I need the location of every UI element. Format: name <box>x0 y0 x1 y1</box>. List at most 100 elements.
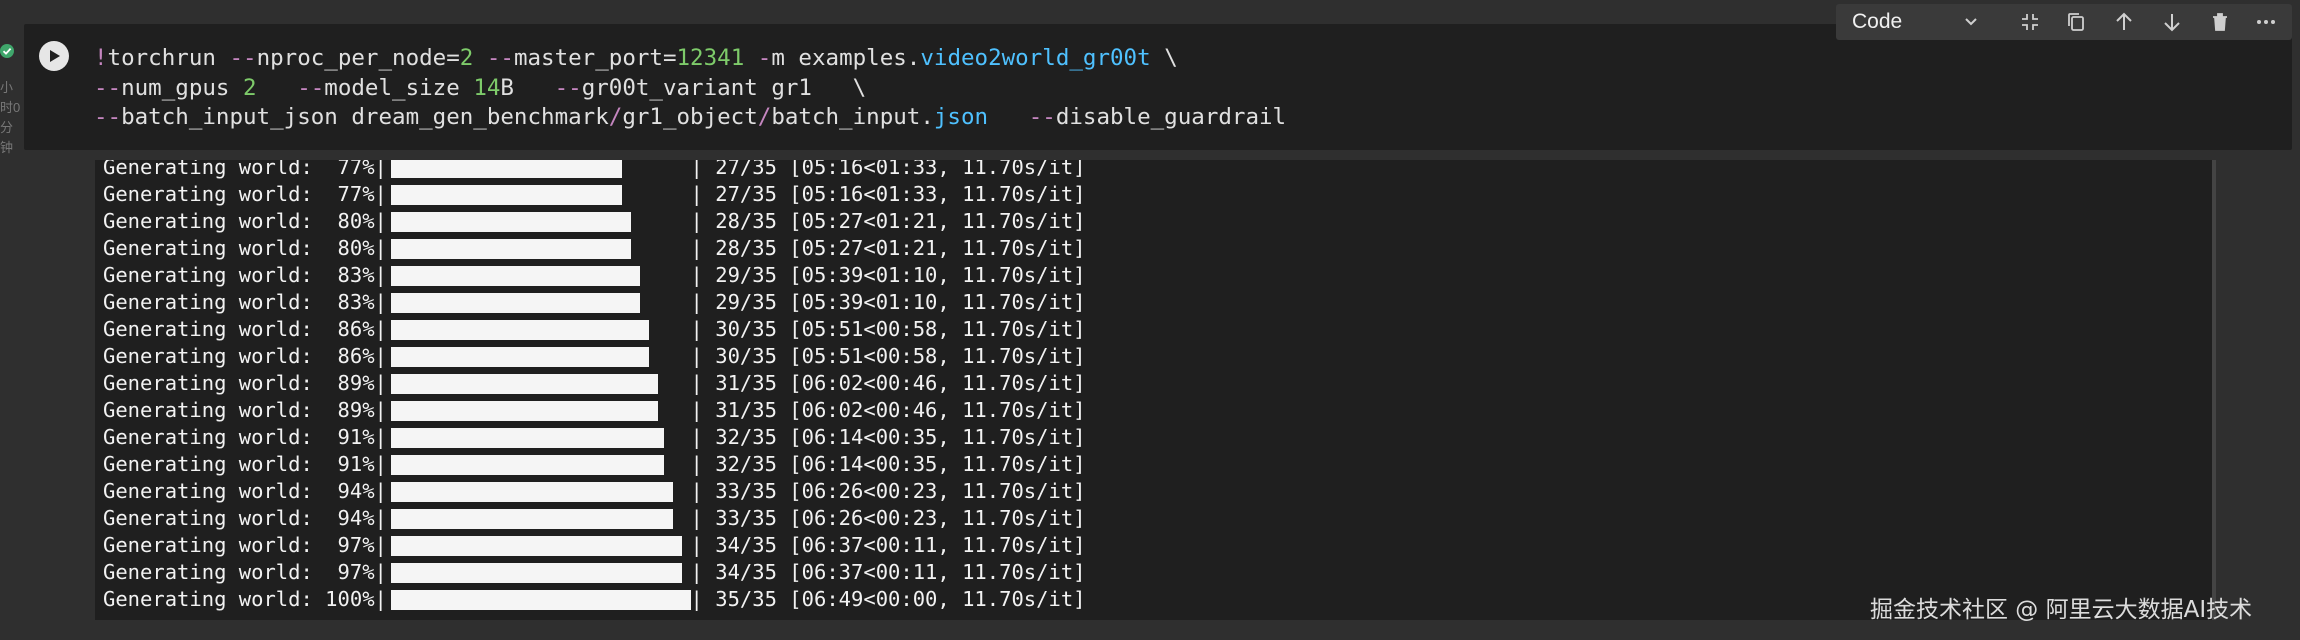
copy-icon[interactable] <box>2064 10 2088 34</box>
progress-count: 34/35 <box>702 533 777 557</box>
trash-icon[interactable] <box>2208 10 2232 34</box>
progress-label: Generating world: <box>103 452 326 476</box>
code-token: json <box>933 104 989 130</box>
progress-bar: | <box>387 451 703 478</box>
progress-timing: [06:26<00:23, 11.70s/it] <box>776 479 1086 503</box>
collapse-icon[interactable] <box>2018 10 2042 34</box>
progress-bar-fill <box>390 212 631 232</box>
progress-label: Generating world: <box>103 506 326 530</box>
code-token: gr00t_variant gr1 \ <box>581 74 867 101</box>
progress-label: Generating world: <box>103 425 326 449</box>
progress-bar-fill <box>390 455 664 475</box>
progress-label: Generating world: <box>103 398 326 422</box>
progress-label: Generating world: <box>103 587 326 611</box>
bar-delimiter: | <box>690 371 703 395</box>
progress-line: Generating world: 94%| | 33/35 [06:26<00:… <box>103 478 1086 505</box>
bar-delimiter: | <box>690 452 703 476</box>
bar-delimiter: | <box>374 587 387 611</box>
exec-time-char: 时0 <box>0 100 21 115</box>
progress-count: 29/35 <box>702 290 777 314</box>
execution-time: 小 时0 分 钟 <box>0 78 21 158</box>
code-token: 2 <box>459 45 474 71</box>
output-scrollbar[interactable] <box>2212 160 2216 620</box>
progress-label: Generating world: <box>103 317 326 341</box>
code-token: disable_guardrail <box>1055 104 1287 130</box>
progress-timing: [05:51<00:58, 11.70s/it] <box>776 344 1086 368</box>
progress-bar: | <box>387 424 703 451</box>
arrow-up-icon[interactable] <box>2112 10 2136 34</box>
progress-timing: [06:37<00:11, 11.70s/it] <box>776 560 1086 584</box>
code-line: --batch_input_json dream_gen_benchmark/g… <box>94 103 1286 133</box>
progress-line: Generating world: 80%| | 28/35 [05:27<01:… <box>103 208 1086 235</box>
code-line: --num_gpus 2 --model_size 14B --gr00t_va… <box>94 74 1286 104</box>
progress-timing: [06:26<00:23, 11.70s/it] <box>776 506 1086 530</box>
arrow-down-icon[interactable] <box>2160 10 2184 34</box>
progress-label: Generating world: <box>103 263 326 287</box>
more-icon[interactable] <box>2254 10 2278 34</box>
code-editor[interactable]: !torchrun --nproc_per_node=2 --master_po… <box>94 44 1286 133</box>
code-token: / <box>608 104 623 130</box>
progress-count: 31/35 <box>702 371 777 395</box>
output-log: Generating world: 77%| | 27/35 [05:16<01:… <box>103 160 1086 613</box>
code-token: - <box>757 45 772 71</box>
code-cell[interactable]: !torchrun --nproc_per_node=2 --master_po… <box>24 24 2292 150</box>
progress-bar: | <box>387 235 703 262</box>
progress-bar-fill <box>390 590 691 610</box>
bar-delimiter: | <box>690 209 703 233</box>
progress-label: Generating world: <box>103 209 326 233</box>
bar-delimiter: | <box>374 344 387 368</box>
progress-line: Generating world: 89%| | 31/35 [06:02<00:… <box>103 370 1086 397</box>
progress-percent: 97% <box>325 533 375 557</box>
code-line: !torchrun --nproc_per_node=2 --master_po… <box>94 44 1286 74</box>
progress-percent: 77% <box>325 160 375 179</box>
progress-bar: | <box>387 181 703 208</box>
check-icon <box>0 44 14 58</box>
cell-output[interactable]: Generating world: 77%| | 27/35 [05:16<01:… <box>95 160 2215 620</box>
bar-delimiter: | <box>374 533 387 557</box>
run-cell-button[interactable] <box>39 41 69 71</box>
progress-label: Generating world: <box>103 160 326 179</box>
progress-count: 30/35 <box>702 344 777 368</box>
progress-bar: | <box>387 505 703 532</box>
progress-percent: 83% <box>325 263 375 287</box>
code-token: -- <box>94 74 122 101</box>
play-icon <box>50 50 60 62</box>
progress-count: 30/35 <box>702 317 777 341</box>
progress-line: Generating world: 83%| | 29/35 [05:39<01:… <box>103 289 1086 316</box>
bar-delimiter: | <box>374 506 387 530</box>
code-token: ! <box>94 45 108 71</box>
progress-count: 33/35 <box>702 506 777 530</box>
progress-bar: | <box>387 478 703 505</box>
bar-delimiter: | <box>690 425 703 449</box>
progress-label: Generating world: <box>103 560 326 584</box>
bar-delimiter: | <box>690 160 703 179</box>
progress-count: 33/35 <box>702 479 777 503</box>
progress-timing: [06:37<00:11, 11.70s/it] <box>776 533 1086 557</box>
progress-timing: [05:27<01:21, 11.70s/it] <box>776 236 1086 260</box>
progress-line: Generating world: 97%| | 34/35 [06:37<00:… <box>103 532 1086 559</box>
progress-count: 27/35 <box>702 160 777 179</box>
progress-timing: [06:14<00:35, 11.70s/it] <box>776 425 1086 449</box>
chevron-down-icon[interactable] <box>1961 12 1981 32</box>
progress-bar-fill <box>390 536 682 556</box>
progress-percent: 94% <box>325 506 375 530</box>
bar-delimiter: | <box>374 479 387 503</box>
bar-delimiter: | <box>690 506 703 530</box>
progress-bar: | <box>387 316 703 343</box>
progress-bar: | <box>387 343 703 370</box>
cell-type-select[interactable]: Code <box>1852 10 1902 34</box>
code-token: m examples. <box>771 45 921 71</box>
progress-bar-fill <box>390 428 664 448</box>
progress-percent: 86% <box>325 317 375 341</box>
progress-percent: 83% <box>325 290 375 314</box>
code-token: nproc_per_node= <box>256 45 460 71</box>
progress-bar-fill <box>390 401 658 421</box>
progress-label: Generating world: <box>103 479 326 503</box>
progress-timing: [05:39<01:10, 11.70s/it] <box>776 290 1086 314</box>
bar-delimiter: | <box>374 290 387 314</box>
progress-percent: 77% <box>325 182 375 206</box>
